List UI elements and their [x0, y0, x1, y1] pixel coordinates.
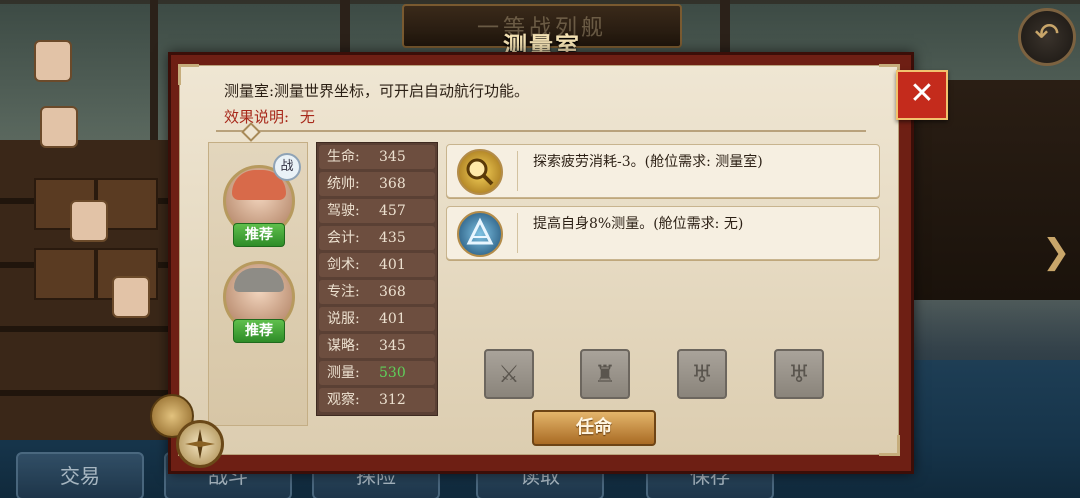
effect-row: 效果说明: 无 — [224, 106, 315, 127]
recommend-badge: 推荐 — [233, 319, 285, 343]
stat-row: 观察: 312 — [319, 388, 435, 412]
weapon-slot[interactable]: ⚔ — [484, 349, 534, 399]
crew-figure[interactable] — [112, 276, 150, 318]
back-button[interactable]: ↶ — [1018, 8, 1076, 66]
crew-portrait[interactable] — [40, 106, 78, 148]
ship-room[interactable] — [34, 248, 96, 300]
sword-icon: ⚔ — [498, 360, 520, 388]
skill-separator — [517, 213, 518, 253]
stat-name: 观察: — [327, 392, 360, 408]
stat-value: 368 — [379, 284, 406, 300]
stat-name: 驾驶: — [327, 203, 360, 219]
stat-name: 统帅: — [327, 176, 360, 192]
ship-mast — [150, 0, 158, 160]
close-button[interactable]: ✕ — [896, 70, 948, 120]
back-arrow-icon: ↶ — [1034, 17, 1060, 52]
stat-value: 368 — [379, 176, 406, 192]
stat-row: 测量: 530 — [319, 361, 435, 385]
paper-corner — [879, 435, 900, 456]
skill-description: 提高自身8%测量。(舱位需求: 无) — [533, 216, 744, 232]
skill-card[interactable]: 提高自身8%测量。(舱位需求: 无) — [446, 206, 880, 260]
dialog-paper: 测量室:测量世界坐标，可开启自动航行功能。 效果说明: 无 战 推荐 推荐 生命… — [178, 64, 900, 456]
stat-value: 457 — [379, 203, 406, 219]
cup-icon: ♅ — [788, 360, 810, 388]
close-icon: ✕ — [909, 76, 935, 111]
stat-name: 剑术: — [327, 257, 360, 273]
section-divider — [216, 130, 866, 132]
stat-row: 驾驶: 457 — [319, 199, 435, 223]
stat-row: 统帅: 368 — [319, 172, 435, 196]
stat-value: 530 — [379, 365, 406, 381]
accessory-slot[interactable]: ♅ — [677, 349, 727, 399]
officer-hair — [234, 268, 284, 292]
skill-card[interactable]: 探索疲劳消耗-3。(舱位需求: 测量室) — [446, 144, 880, 198]
magnifier-icon — [457, 149, 503, 195]
stats-panel: 生命: 345 统帅: 368 驾驶: 457 会计: 435 剑术: 401 专注: 36… — [316, 142, 438, 416]
compass-face — [176, 420, 224, 468]
recommend-badge: 推荐 — [233, 223, 285, 247]
battle-tag-icon: 战 — [273, 153, 301, 181]
stat-value: 401 — [379, 311, 406, 327]
skill-separator — [517, 151, 518, 191]
armor-slot[interactable]: ♜ — [580, 349, 630, 399]
stat-value: 312 — [379, 392, 406, 408]
stat-row: 会计: 435 — [319, 226, 435, 250]
stat-row: 谋略: 345 — [319, 334, 435, 358]
compass-icon[interactable] — [150, 394, 224, 468]
effect-value: 无 — [299, 108, 315, 126]
skill-description: 探索疲劳消耗-3。(舱位需求: 测量室) — [533, 154, 763, 170]
title-plate: 一等战列舰 测量室 — [402, 4, 682, 60]
accessory-slot[interactable]: ♅ — [774, 349, 824, 399]
room-description: 测量室:测量世界坐标，可开启自动航行功能。 — [224, 82, 530, 100]
stat-row: 生命: 345 — [319, 145, 435, 169]
stat-name: 说服: — [327, 311, 360, 327]
right-arrow-icon: ❯ — [1042, 232, 1071, 272]
effect-label: 效果说明: — [224, 108, 290, 126]
sextant-icon — [457, 211, 503, 257]
officer-column: 战 推荐 推荐 — [208, 142, 308, 426]
paper-corner — [178, 64, 199, 85]
stat-name: 测量: — [327, 365, 360, 381]
stat-name: 专注: — [327, 284, 360, 300]
stat-row: 专注: 368 — [319, 280, 435, 304]
crew-figure[interactable] — [70, 200, 108, 242]
stat-name: 生命: — [327, 149, 360, 165]
nav-trade-button[interactable]: 交易 — [16, 452, 144, 498]
appoint-button[interactable]: 任命 — [532, 410, 656, 446]
stat-row: 说服: 401 — [319, 307, 435, 331]
stat-name: 会计: — [327, 230, 360, 246]
stat-value: 401 — [379, 257, 406, 273]
stat-name: 谋略: — [327, 338, 360, 354]
stat-row: 剑术: 401 — [319, 253, 435, 277]
next-arrow-button[interactable]: ❯ — [1042, 232, 1071, 282]
stat-value: 345 — [379, 338, 406, 354]
crew-portrait[interactable] — [34, 40, 72, 82]
stat-value: 435 — [379, 230, 406, 246]
armor-icon: ♜ — [594, 360, 616, 388]
cup-icon: ♅ — [691, 360, 713, 388]
stat-value: 345 — [379, 149, 406, 165]
